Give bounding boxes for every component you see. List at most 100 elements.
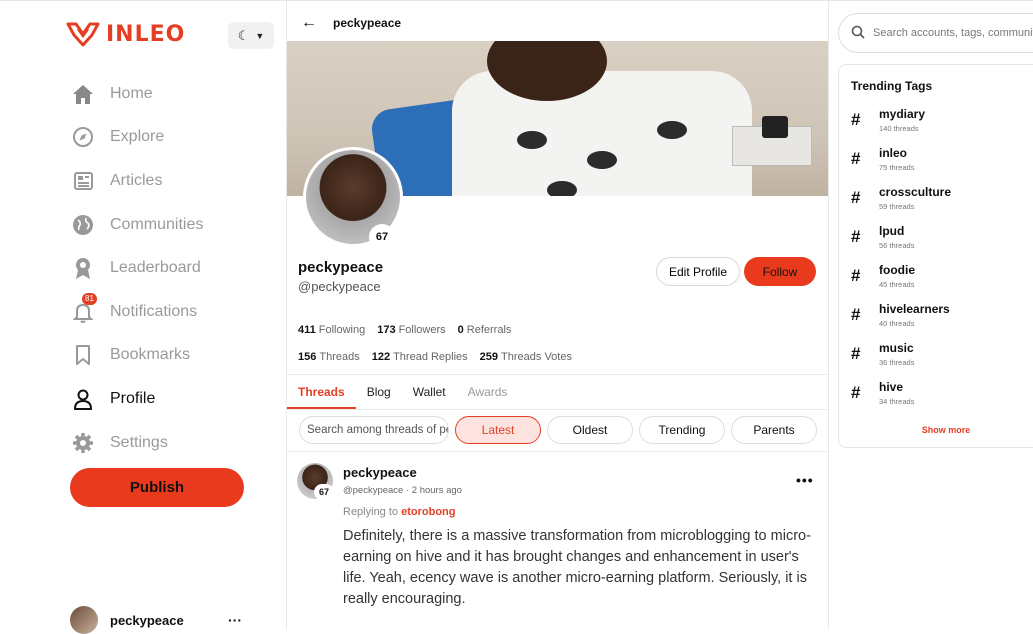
nav-leaderboard[interactable]: Leaderboard [70, 246, 203, 290]
nav-bookmarks-label: Bookmarks [110, 346, 191, 364]
compass-icon [70, 124, 96, 150]
profile-main: ← peckypeace 67 peckypeace @peckypeace E… [287, 0, 829, 629]
bookmark-icon [70, 342, 96, 368]
thread-stats-row: 156 Threads 122 Thread Replies 259 Threads … [298, 351, 572, 363]
stat-referrals[interactable]: 0 Referrals [458, 324, 512, 336]
nav-articles[interactable]: Articles [70, 159, 203, 203]
account-name: peckypeace [110, 612, 184, 628]
brand-name: INLEO [106, 21, 186, 47]
nav-home[interactable]: Home [70, 72, 203, 116]
back-arrow-icon[interactable]: ← [301, 14, 317, 32]
post-author[interactable]: peckypeace [343, 465, 417, 480]
profile-stats-row: 411 Following 173 Followers 0 Referrals [298, 324, 511, 336]
trending-tag[interactable]: # inleo 75 threads [851, 146, 914, 172]
trending-title: Trending Tags [851, 79, 933, 93]
hashtag-icon: # [851, 305, 861, 324]
hashtag-icon: # [851, 149, 861, 168]
filter-latest[interactable]: Latest [455, 416, 541, 444]
hashtag-icon: # [851, 344, 861, 363]
nav-explore[interactable]: Explore [70, 116, 203, 160]
main-nav: Home Explore Articles Communities Leader… [70, 72, 203, 464]
cover-pattern [547, 181, 577, 196]
edit-profile-button[interactable]: Edit Profile [656, 257, 740, 286]
post-body: Definitely, there is a massive transform… [343, 528, 811, 607]
hashtag-icon: # [851, 188, 861, 207]
account-switcher[interactable]: peckypeace [70, 606, 184, 634]
right-sidebar: Search accounts, tags, communities Trend… [829, 0, 1033, 629]
page-title: peckypeace [333, 15, 402, 30]
tab-awards[interactable]: Awards [457, 375, 519, 409]
logo[interactable]: INLEO [66, 21, 185, 47]
nav-notifications-label: Notifications [110, 302, 198, 320]
post-more-icon[interactable]: ••• [796, 472, 814, 488]
trending-tag[interactable]: # foodie 45 threads [851, 263, 915, 289]
hashtag-icon: # [851, 227, 861, 246]
tab-wallet[interactable]: Wallet [402, 375, 457, 409]
thread-search-input[interactable]: Search among threads of peckypeace [299, 416, 449, 444]
stat-followers[interactable]: 173 Followers [377, 324, 445, 336]
nav-bookmarks[interactable]: Bookmarks [70, 334, 203, 378]
cover-plug [762, 116, 788, 138]
tab-threads[interactable]: Threads [287, 375, 356, 409]
profile-tabs: Threads Blog Wallet Awards [287, 374, 828, 410]
notification-badge: 81 [82, 292, 97, 305]
cover-pattern [587, 151, 617, 169]
inleo-logo-icon [66, 22, 100, 47]
filter-parents[interactable]: Parents [731, 416, 817, 444]
trending-tag[interactable]: # hive 34 threads [851, 380, 914, 406]
nav-explore-label: Explore [110, 128, 165, 146]
moon-icon: ☾ [237, 27, 250, 43]
filter-trending[interactable]: Trending [639, 416, 725, 444]
nav-notifications[interactable]: 81 Notifications [70, 290, 203, 334]
cover-pattern [517, 131, 547, 149]
trending-tag[interactable]: # hivelearners 40 threads [851, 302, 950, 328]
hashtag-icon: # [851, 383, 861, 402]
search-icon [851, 25, 865, 42]
nav-leaderboard-label: Leaderboard [110, 259, 201, 277]
show-more-link[interactable]: Show more [839, 425, 1033, 435]
trending-tag[interactable]: # lpud 56 threads [851, 224, 914, 250]
award-icon [70, 255, 96, 281]
reputation-badge: 67 [369, 224, 395, 250]
sidebar: INLEO ☾ ▼ Home Explore Articles Communit… [0, 0, 287, 634]
chevron-down-icon: ▼ [255, 30, 265, 41]
nav-profile[interactable]: Profile [70, 377, 203, 421]
nav-settings-label: Settings [110, 433, 168, 451]
nav-settings[interactable]: Settings [70, 421, 203, 465]
trending-tag[interactable]: # music 36 threads [851, 341, 914, 367]
thread-filters: Search among threads of peckypeace Lates… [299, 416, 817, 444]
profile-handle: @peckypeace [298, 279, 381, 294]
nav-communities[interactable]: Communities [70, 203, 203, 247]
home-icon [70, 81, 96, 107]
divider [287, 451, 828, 452]
stat-thread-votes: 259 Threads Votes [479, 351, 572, 363]
replying-to: Replying to etorobong [343, 506, 456, 518]
post-reputation-badge: 67 [314, 484, 334, 500]
global-search-input[interactable]: Search accounts, tags, communities [838, 13, 1033, 53]
search-placeholder: Search accounts, tags, communities [873, 27, 1033, 39]
tab-blog[interactable]: Blog [356, 375, 402, 409]
trending-tags-card: Trending Tags # mydiary 140 threads # inl… [838, 64, 1033, 448]
post-meta: @peckypeace · 2 hours ago [343, 485, 462, 496]
profile-name: peckypeace [298, 259, 384, 276]
stat-following[interactable]: 411 Following [298, 324, 365, 336]
user-icon [70, 386, 96, 412]
nav-profile-label: Profile [110, 389, 156, 407]
hashtag-icon: # [851, 266, 861, 285]
profile-header: ← peckypeace [287, 4, 828, 41]
trending-tag[interactable]: # crossculture 59 threads [851, 185, 951, 211]
nav-articles-label: Articles [110, 171, 163, 189]
gear-icon [70, 430, 96, 456]
avatar [70, 606, 98, 634]
publish-button[interactable]: Publish [70, 468, 244, 507]
replying-to-user[interactable]: etorobong [401, 506, 455, 518]
trending-tag[interactable]: # mydiary 140 threads [851, 107, 925, 133]
nav-communities-label: Communities [110, 215, 204, 233]
cover-pattern [657, 121, 687, 139]
globe-icon [70, 212, 96, 238]
newspaper-icon [70, 168, 96, 194]
more-options-icon[interactable]: ··· [228, 612, 242, 628]
filter-oldest[interactable]: Oldest [547, 416, 633, 444]
follow-button[interactable]: Follow [744, 257, 816, 286]
theme-toggle[interactable]: ☾ ▼ [228, 22, 274, 49]
